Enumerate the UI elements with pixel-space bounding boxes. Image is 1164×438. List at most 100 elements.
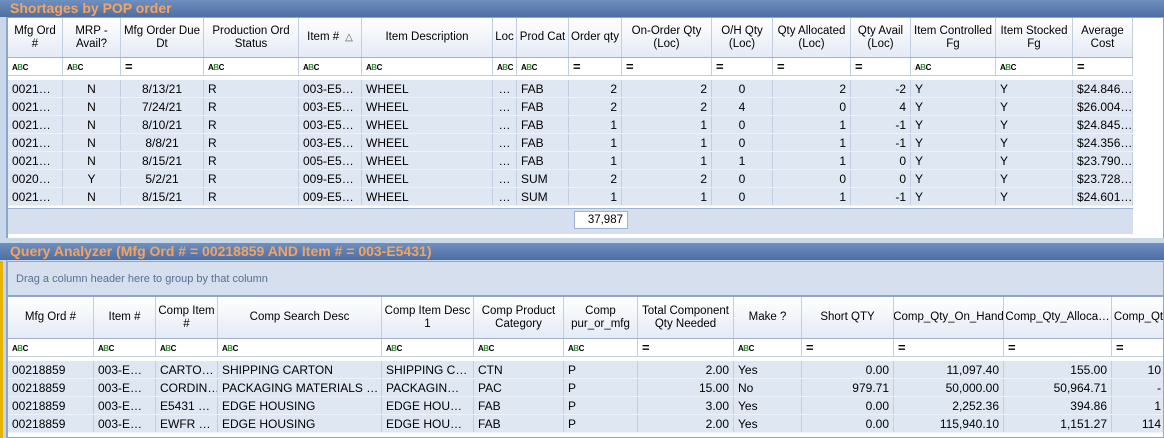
table-cell: EDGE HOU… [382,415,474,432]
filter-text-icon[interactable]: ABC [996,58,1073,75]
filter-equals-icon[interactable]: = [851,58,911,75]
column-header[interactable]: Comp Item # [156,297,218,338]
column-header[interactable]: Average Cost [1073,18,1133,57]
filter-equals-icon[interactable]: = [121,58,204,75]
table-cell: 155.00 [1004,361,1112,378]
table-cell: 0021… [8,98,63,115]
table-row[interactable]: 00218859 003-E… CORDIN… PACKAGING MATERIALS… [8,379,1163,397]
column-header[interactable]: Qty Avail (Loc) [851,18,911,57]
table-cell: $23.790… [1073,152,1133,169]
filter-equals-icon[interactable]: = [569,58,622,75]
table-cell: 003-E5… [299,116,362,133]
filter-text-icon[interactable]: ABC [382,339,474,356]
table-row[interactable]: 0021… N 8/15/21 R 009-E5… WHEEL… SUM 1 1 0 1 -1 Y Y $2… [8,188,1133,206]
table-row[interactable]: 0021… N 8/15/21 R 005-E5… WHEEL… FAB 1 1 1 1 0 Y Y $23… [8,152,1133,170]
column-header[interactable]: Mfg Order Due Dt [121,18,204,57]
panel-title-query-analyzer: Query Analyzer (Mfg Ord # = 00218859 AND… [0,243,1164,260]
column-header[interactable]: Production Ord Status [204,18,299,57]
table-cell: Y [996,170,1073,187]
table-cell: FAB [517,152,569,169]
filter-text-icon[interactable]: ABC [8,339,94,356]
table-row[interactable]: 0020… Y 5/2/21 R 009-E5… WHEEL… SUM 2 2 0 0 0 Y Y $23.… [8,170,1133,188]
filter-text-icon[interactable]: ABC [911,58,996,75]
table-cell: R [204,188,299,205]
table-row[interactable]: 0021… N 7/24/21 R 003-E5… WHEEL… FAB 2 2 4 0 4 Y Y $26… [8,98,1133,116]
table-row[interactable]: 00218859 003-E… EWFR … EDGE HOUSING EDGE HOU… [8,415,1163,433]
table-cell: 003-E5… [299,98,362,115]
column-header[interactable]: Item # △ [299,18,362,57]
table-cell: Y [996,98,1073,115]
group-by-bar[interactable]: Drag a column header here to group by th… [7,261,1164,296]
filter-equals-icon[interactable]: = [622,58,712,75]
filter-equals-icon[interactable]: = [1073,58,1133,75]
table-row[interactable]: 0021… N 8/10/21 R 003-E5… WHEEL… FAB 1 1 0 1 -1 Y Y $2… [8,116,1133,134]
filter-text-icon[interactable]: ABC [8,58,63,75]
table-cell: N [63,98,121,115]
column-header[interactable]: Item Stocked Fg [996,18,1073,57]
filter-text-icon[interactable]: ABC [734,339,802,356]
column-header[interactable]: On-Order Qty (Loc) [622,18,712,57]
column-header[interactable]: Short QTY [802,297,894,338]
filter-equals-icon[interactable]: = [894,339,1004,356]
column-header[interactable]: Make ? [734,297,802,338]
table-cell: 1 [773,134,851,151]
filter-text-icon[interactable]: ABC [218,339,382,356]
column-header[interactable]: Item # [94,297,156,338]
table-row[interactable]: 00218859 003-E… CARTO… SHIPPING CARTON SHIPP… [8,361,1163,379]
filter-text-icon[interactable]: ABC [517,58,569,75]
column-header[interactable]: Prod Cat [517,18,569,57]
filter-equals-icon[interactable]: = [773,58,851,75]
column-header[interactable]: MRP - Avail? [63,18,121,57]
column-header[interactable]: Comp_Qty_On_Hand [894,297,1004,338]
filter-text-icon[interactable]: ABC [63,58,121,75]
column-header-label: On-Order Qty (Loc) [631,24,702,50]
table-cell: … [493,152,517,169]
table-cell: E5431 … [156,397,218,414]
column-header[interactable]: Comp pur_or_mfg [564,297,638,338]
column-header[interactable]: Order qty [569,18,622,57]
query-analyzer-grid[interactable]: Mfg Ord # Item # Comp Item # Comp Search De… [7,296,1164,438]
table-cell: -1 [851,134,911,151]
filter-text-icon[interactable]: ABC [94,339,156,356]
column-header[interactable]: Comp_Qt [1112,297,1163,338]
table-row[interactable]: 00218859 003-E… E5431 … EDGE HOUSING EDGE HO… [8,397,1163,415]
filter-equals-icon[interactable]: = [638,339,734,356]
column-header[interactable]: Qty Allocated (Loc) [773,18,851,57]
column-header[interactable]: Mfg Ord # [8,18,63,57]
filter-text-icon[interactable]: ABC [156,339,218,356]
column-header[interactable]: O/H Qty (Loc) [712,18,773,57]
column-header[interactable]: Comp_Qty_Alloca… [1004,297,1112,338]
table-cell: 003-E5… [299,80,362,97]
table-cell: 0 [712,116,773,133]
filter-text-icon[interactable]: ABC [474,339,564,356]
filter-equals-icon[interactable]: = [1112,339,1163,356]
table-cell: Y [911,170,996,187]
table-row[interactable]: 0021… N 8/13/21 R 003-E5… WHEEL… FAB 2 2 0 2 -2 Y Y $2… [8,80,1133,98]
filter-equals-icon[interactable]: = [1004,339,1112,356]
table-cell: 2 [773,80,851,97]
column-header[interactable]: Item Description [362,18,493,57]
filter-text-icon[interactable]: ABC [299,58,362,75]
filter-text-icon[interactable]: ABC [204,58,299,75]
column-header[interactable]: Comp Product Category [474,297,564,338]
table-cell: WHEEL [362,188,493,205]
filter-text-icon[interactable]: ABC [564,339,638,356]
filter-equals-icon[interactable]: = [712,58,773,75]
filter-text-icon[interactable]: ABC [362,58,493,75]
column-header[interactable]: Loc [493,18,517,57]
table-cell: 009-E5… [299,170,362,187]
table-cell: $26.004… [1073,98,1133,115]
column-header[interactable]: Comp Item Desc 1 [382,297,474,338]
column-header[interactable]: Mfg Ord # [8,297,94,338]
table-cell: EDGE HOUSING [218,415,382,432]
column-header[interactable]: Comp Search Desc [218,297,382,338]
filter-text-icon[interactable]: ABC [493,58,517,75]
column-header[interactable]: Item Controlled Fg [911,18,996,57]
table-cell: FAB [517,98,569,115]
table-cell: 0 [773,98,851,115]
table-cell: EDGE HOUSING [218,397,382,414]
column-header[interactable]: Total Component Qty Needed [638,297,734,338]
table-row[interactable]: 0021… N 8/8/21 R 003-E5… WHEEL… FAB 1 1 0 1 -1 Y Y $24… [8,134,1133,152]
shortages-grid[interactable]: Mfg Ord # MRP - Avail? Mfg Order Due Dt Pro… [7,17,1164,239]
filter-equals-icon[interactable]: = [802,339,894,356]
